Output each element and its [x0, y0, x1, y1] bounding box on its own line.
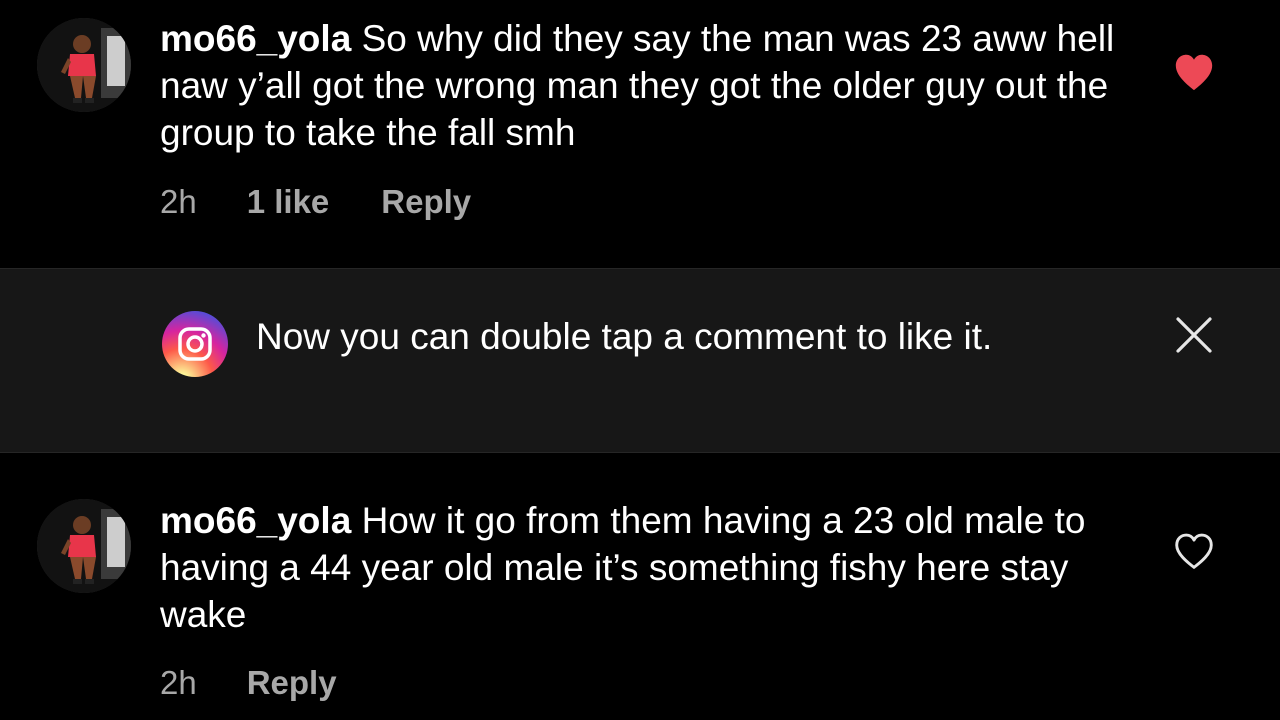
instagram-logo-icon [162, 311, 228, 377]
comment-username[interactable]: mo66_yola [160, 18, 351, 59]
close-icon[interactable] [1174, 315, 1214, 355]
comment-timestamp: 2h [160, 183, 197, 220]
comment-meta: 2h Reply [160, 664, 337, 702]
comment-item: mo66_yola How it go from them having a 2… [0, 453, 1280, 720]
reply-button[interactable]: Reply [247, 664, 337, 702]
comments-screen: mo66_yola So why did they say the man wa… [0, 0, 1280, 720]
heart-outline-icon[interactable] [1172, 531, 1216, 571]
avatar[interactable] [37, 18, 131, 112]
reply-button[interactable]: Reply [381, 183, 471, 221]
comment-meta: 2h 1 like Reply [160, 183, 471, 221]
comment-like-count[interactable]: 1 like [247, 183, 330, 221]
tip-message: Now you can double tap a comment to like… [256, 316, 993, 357]
heart-filled-icon[interactable] [1172, 52, 1216, 92]
comment-item: mo66_yola So why did they say the man wa… [0, 0, 1280, 268]
comment-timestamp: 2h [160, 664, 197, 701]
comment-username[interactable]: mo66_yola [160, 500, 351, 541]
comment-body: mo66_yola How it go from them having a 2… [160, 497, 1120, 638]
comment-body: mo66_yola So why did they say the man wa… [160, 15, 1120, 156]
double-tap-tip-banner: Now you can double tap a comment to like… [0, 268, 1280, 453]
avatar[interactable] [37, 499, 131, 593]
